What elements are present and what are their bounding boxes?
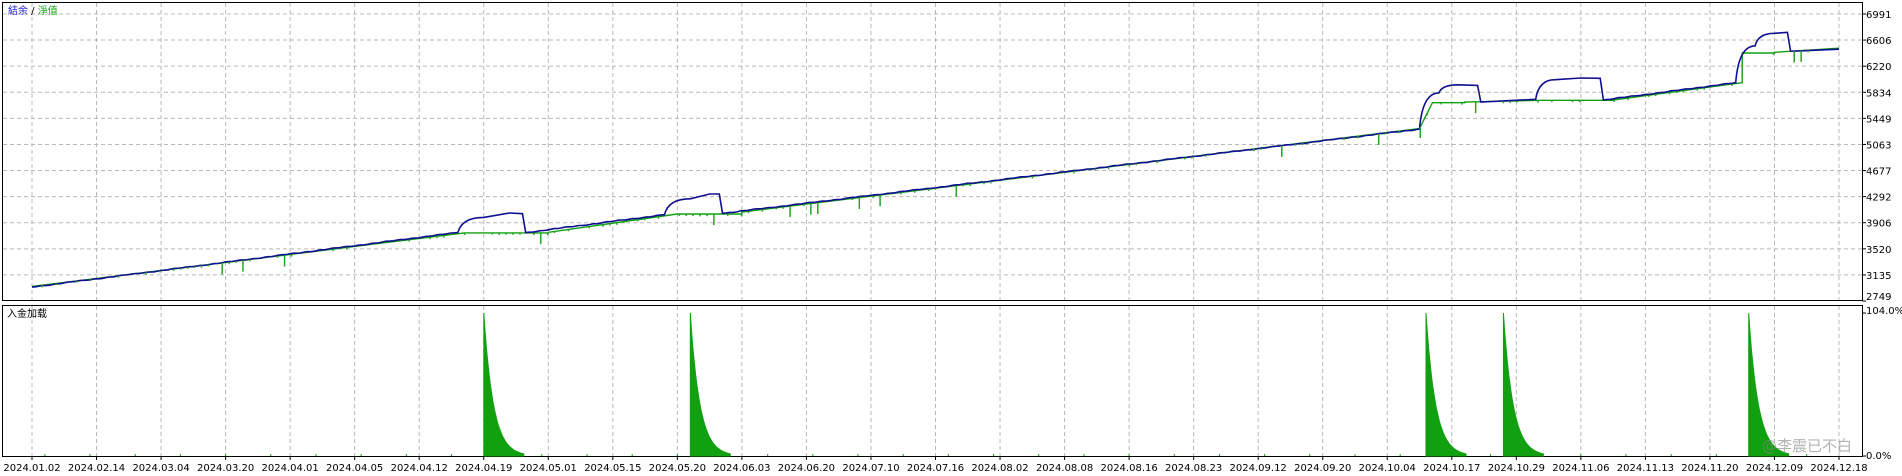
x-tick-label: 2024.08.02 (971, 463, 1028, 474)
x-tick-label: 2024.10.29 (1488, 463, 1545, 474)
load-plot-frame (2, 305, 1863, 457)
x-tick-label: 2024.10.17 (1423, 463, 1480, 474)
legend-separator: / (28, 6, 38, 17)
x-tick-label: 2024.04.05 (326, 463, 383, 474)
main-y-axis: 6991 6606 6220 5834 5449 5063 4677 4292 3906 3520… (1862, 10, 1891, 303)
y-tick-label: 5834 (1866, 88, 1891, 99)
y-tick-label: 5063 (1866, 140, 1891, 151)
load-panel-title: 入金加载 (7, 307, 47, 320)
x-tick-label: 2024.02.14 (68, 463, 125, 474)
x-tick-label: 2024.04.01 (262, 463, 319, 474)
trading-chart: 6991 6606 6220 5834 5449 5063 4677 4292 3906 3520… (2, 2, 1902, 474)
sub-y-axis: 104.0% 0.0% (1862, 306, 1902, 462)
x-tick-label: 2024.08.16 (1100, 463, 1157, 474)
x-tick-label: 2024.05.01 (520, 463, 577, 474)
x-tick-label: 2024.11.20 (1681, 463, 1738, 474)
x-tick-label: 2024.08.23 (1165, 463, 1222, 474)
x-tick-label: 2024.07.16 (907, 463, 964, 474)
y-tick-label: 6220 (1866, 62, 1891, 73)
x-tick-label: 2024.12.09 (1746, 463, 1803, 474)
x-axis: 2024.01.02 2024.02.14 2024.03.04 2024.03.20… (3, 456, 1868, 474)
y-tick-label: 4292 (1866, 193, 1891, 204)
y-tick-label: 3135 (1866, 271, 1891, 282)
x-tick-label: 2024.11.06 (1552, 463, 1609, 474)
legend: 結余 / 淨值 (8, 4, 58, 17)
watermark: @李震已不白 (1762, 437, 1852, 455)
x-tick-label: 2024.01.02 (3, 463, 60, 474)
y-tick-label: 3520 (1866, 245, 1891, 256)
x-tick-label: 2024.05.20 (649, 463, 706, 474)
x-tick-label: 2024.09.20 (1294, 463, 1351, 474)
sub-tick-label: 104.0% (1866, 306, 1902, 317)
x-tick-label: 2024.05.15 (584, 463, 641, 474)
y-tick-label: 5449 (1866, 114, 1891, 125)
x-tick-label: 2024.03.20 (197, 463, 254, 474)
y-tick-label: 2749 (1866, 292, 1891, 303)
sub-tick-label: 0.0% (1866, 451, 1891, 462)
x-tick-label: 2024.10.04 (1359, 463, 1416, 474)
x-tick-label: 2024.12.18 (1810, 463, 1867, 474)
x-tick-label: 2024.06.03 (713, 463, 770, 474)
x-tick-label: 2024.07.10 (842, 463, 899, 474)
x-tick-label: 2024.09.12 (1230, 463, 1287, 474)
x-tick-label: 2024.06.20 (778, 463, 835, 474)
x-tick-label: 2024.08.08 (1036, 463, 1093, 474)
y-tick-label: 6991 (1866, 10, 1891, 21)
x-tick-label: 2024.04.12 (391, 463, 448, 474)
y-tick-label: 6606 (1866, 36, 1891, 47)
y-tick-label: 4677 (1866, 167, 1891, 178)
y-tick-label: 3906 (1866, 219, 1891, 230)
x-tick-label: 2024.11.13 (1617, 463, 1674, 474)
legend-equity: 淨值 (38, 4, 58, 17)
legend-balance: 結余 (8, 4, 28, 17)
x-tick-label: 2024.03.04 (132, 463, 189, 474)
x-tick-label: 2024.04.19 (455, 463, 512, 474)
